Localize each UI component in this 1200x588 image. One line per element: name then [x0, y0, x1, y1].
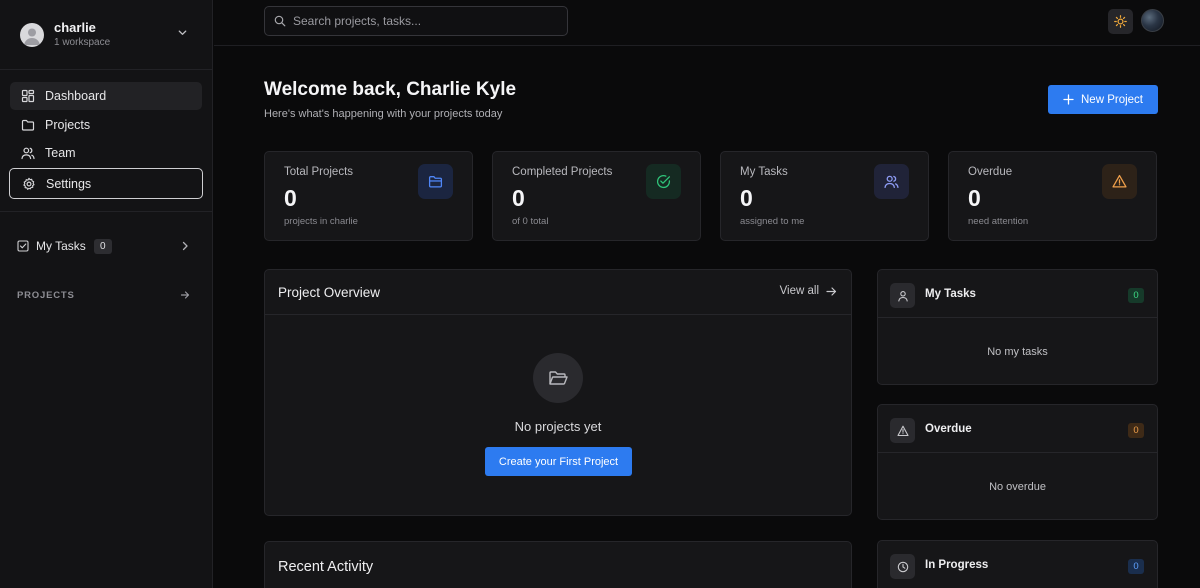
- folder-open-icon: [547, 367, 569, 389]
- sidebar-divider: [0, 211, 212, 212]
- stat-subtitle: of 0 total: [512, 216, 549, 227]
- recent-activity-panel: Recent Activity: [264, 541, 852, 588]
- user-icon: [890, 283, 915, 308]
- gear-icon: [22, 177, 36, 191]
- sidebar-projects-section[interactable]: PROJECTS: [0, 288, 212, 302]
- main-content: Welcome back, Charlie Kyle Here's what's…: [214, 47, 1200, 588]
- empty-state-text: No projects yet: [514, 419, 602, 434]
- search-input[interactable]: [293, 14, 553, 28]
- create-first-project-button[interactable]: Create your First Project: [485, 447, 632, 476]
- new-project-button[interactable]: New Project: [1048, 85, 1158, 114]
- stat-card-overdue: Overdue 0 need attention: [948, 151, 1157, 241]
- panel-title: Project Overview: [278, 285, 381, 300]
- sidebar-projects-label: PROJECTS: [17, 289, 75, 301]
- panel-title: Recent Activity: [278, 559, 374, 575]
- workspace-avatar: [20, 22, 44, 47]
- sidebar-my-tasks-label: My Tasks: [36, 239, 86, 253]
- stat-card-total-projects: Total Projects 0 projects in charlie: [264, 151, 473, 241]
- panel-header: In Progress 0: [878, 541, 1157, 588]
- stat-card-completed-projects: Completed Projects 0 of 0 total: [492, 151, 701, 241]
- workspace-subtitle: 1 workspace: [54, 37, 111, 48]
- panel-title: My Tasks: [925, 288, 976, 300]
- sidebar-item-label: Settings: [46, 176, 92, 191]
- sidebar-item-dashboard[interactable]: Dashboard: [10, 82, 202, 110]
- stat-label: Overdue: [968, 166, 1013, 178]
- alert-triangle-icon: [890, 418, 915, 443]
- sidebar-item-team[interactable]: Team: [10, 139, 202, 167]
- panel-header: Project Overview View all: [265, 270, 851, 315]
- empty-state-text: No my tasks: [987, 346, 1048, 358]
- sidebar-item-settings[interactable]: Settings: [9, 168, 203, 199]
- check-circle-icon: [646, 164, 681, 199]
- search-icon: [274, 15, 286, 27]
- users-icon: [874, 164, 909, 199]
- empty-state-text: No overdue: [989, 481, 1046, 493]
- new-project-label: New Project: [1081, 93, 1143, 106]
- stat-value: 0: [512, 185, 525, 211]
- alert-triangle-icon: [1102, 164, 1137, 199]
- sidebar-item-label: Projects: [45, 117, 91, 132]
- stat-value: 0: [284, 185, 297, 211]
- view-all-label: View all: [779, 285, 819, 297]
- users-icon: [21, 146, 35, 160]
- user-avatar[interactable]: [1141, 9, 1164, 32]
- panel-header: Overdue 0: [878, 405, 1157, 453]
- stat-subtitle: need attention: [968, 216, 1029, 227]
- count-badge: 0: [1128, 288, 1144, 303]
- stat-card-my-tasks: My Tasks 0 assigned to me: [720, 151, 929, 241]
- count-badge: 0: [1128, 423, 1144, 438]
- search-box[interactable]: [264, 6, 568, 36]
- stat-value: 0: [968, 185, 981, 211]
- in-progress-panel: In Progress 0: [877, 540, 1158, 588]
- view-all-link[interactable]: View all: [780, 285, 837, 297]
- overdue-panel: Overdue 0 No overdue: [877, 404, 1158, 520]
- theme-toggle-button[interactable]: [1108, 9, 1133, 34]
- my-tasks-count-badge: 0: [93, 238, 112, 254]
- workspace-name: charlie: [54, 20, 96, 35]
- dashboard-grid-icon: [21, 89, 35, 103]
- project-overview-panel: Project Overview View all No projects ye…: [264, 269, 852, 516]
- folder-icon: [21, 118, 35, 132]
- stat-subtitle: assigned to me: [740, 216, 805, 227]
- stat-value: 0: [740, 185, 753, 211]
- empty-state-icon: [533, 353, 583, 403]
- folder-icon: [418, 164, 453, 199]
- page-subtitle: Here's what's happening with your projec…: [264, 108, 503, 120]
- sidebar: charlie 1 workspace Dashboard Projects T…: [0, 0, 213, 588]
- panel-title: Overdue: [925, 423, 972, 435]
- chevron-right-icon[interactable]: [180, 241, 190, 251]
- sidebar-item-projects[interactable]: Projects: [10, 111, 202, 139]
- arrow-right-icon: [826, 286, 837, 296]
- sidebar-my-tasks[interactable]: My Tasks 0: [0, 237, 212, 255]
- chevron-down-icon[interactable]: [177, 27, 188, 38]
- topbar: [214, 0, 1200, 46]
- checkbox-icon: [17, 240, 29, 252]
- stat-label: Total Projects: [284, 166, 354, 178]
- stat-label: Completed Projects: [512, 166, 613, 178]
- panel-header: My Tasks 0: [878, 270, 1157, 318]
- my-tasks-panel: My Tasks 0 No my tasks: [877, 269, 1158, 385]
- sun-icon: [1114, 15, 1127, 28]
- sidebar-item-label: Team: [45, 146, 76, 160]
- arrow-right-icon[interactable]: [180, 290, 190, 300]
- clock-icon: [890, 554, 915, 579]
- workspace-switcher[interactable]: charlie 1 workspace: [0, 0, 212, 70]
- sidebar-nav: Dashboard Projects Team Settings: [0, 70, 212, 199]
- panel-title: In Progress: [925, 559, 989, 571]
- plus-icon: [1063, 94, 1074, 105]
- sidebar-item-label: Dashboard: [45, 89, 107, 103]
- page-title: Welcome back, Charlie Kyle: [264, 79, 517, 100]
- stat-label: My Tasks: [740, 166, 788, 178]
- stat-subtitle: projects in charlie: [284, 216, 358, 227]
- count-badge: 0: [1128, 559, 1144, 574]
